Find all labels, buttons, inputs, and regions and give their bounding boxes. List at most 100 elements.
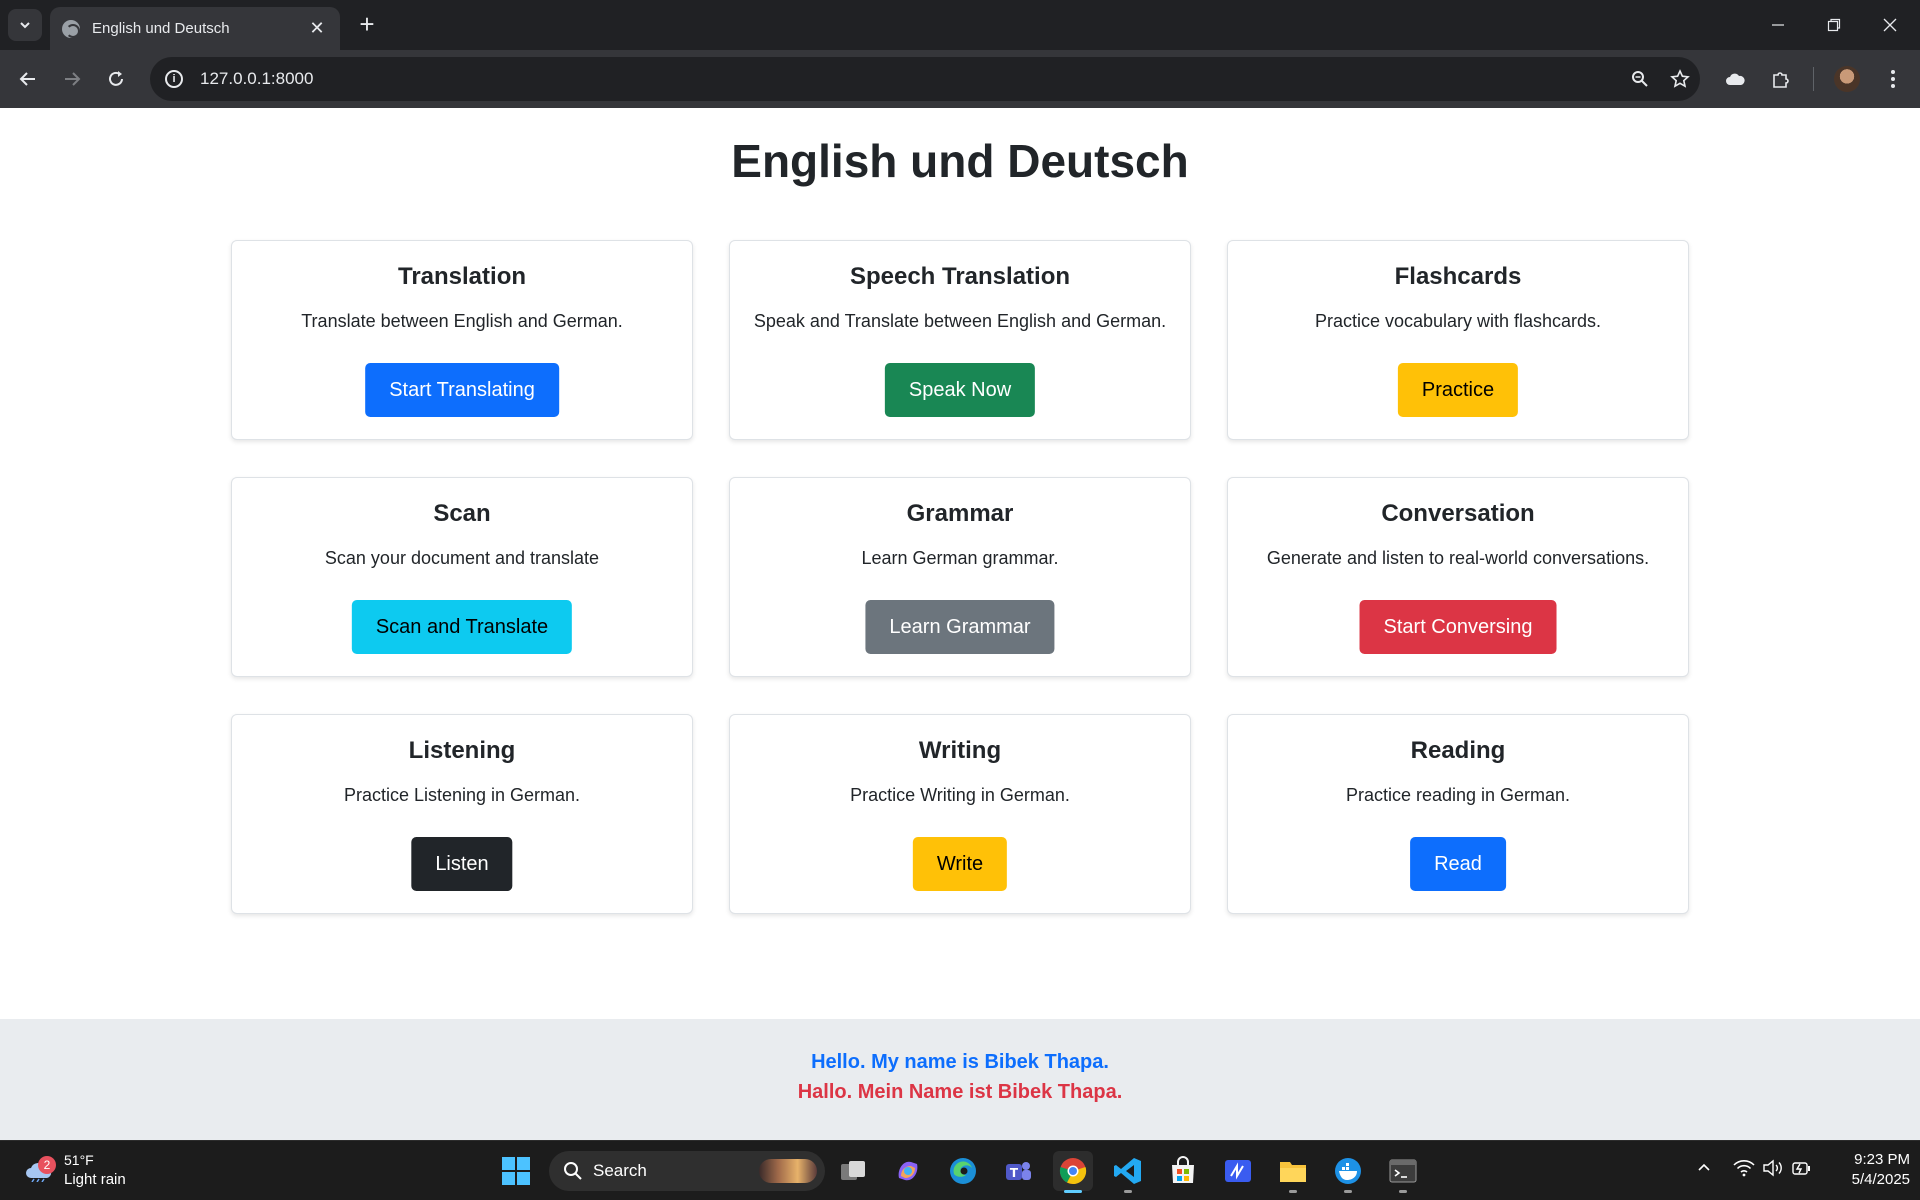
windows-start-icon[interactable] [496, 1151, 536, 1191]
browser-tab[interactable]: English und Deutsch ✕ [50, 7, 340, 50]
card-action-button[interactable]: Write [912, 837, 1008, 891]
extensions-puzzle-icon[interactable] [1764, 63, 1798, 95]
feature-card: Conversation Generate and listen to real-… [1227, 477, 1689, 677]
card-title: Writing [918, 737, 1002, 764]
globe-icon [62, 19, 80, 38]
card-action-button[interactable]: Listen [411, 837, 513, 891]
card-title: Speech Translation [849, 263, 1071, 290]
weather-widget[interactable]: 2 51°F Light rain [22, 1150, 142, 1192]
feature-card: Translation Translate between English and… [231, 240, 693, 440]
clock-time: 9:23 PM [1854, 1151, 1910, 1168]
copilot-icon[interactable] [888, 1151, 928, 1191]
feature-card: Grammar Learn German grammar. Learn Gramma… [729, 477, 1191, 677]
profile-avatar[interactable] [1834, 66, 1860, 92]
volume-icon[interactable] [1762, 1159, 1784, 1182]
footer: Hello. My name is Bibek Thapa. Hallo. Me… [0, 1019, 1920, 1140]
terminal-icon[interactable] [1383, 1151, 1423, 1193]
active-app-indicator [1064, 1190, 1082, 1193]
card-title: Reading [1410, 737, 1506, 764]
vscode-icon[interactable] [1108, 1151, 1148, 1193]
url-text[interactable]: 127.0.0.1:8000 [200, 69, 1620, 89]
page-title: English und Deutsch [731, 135, 1189, 187]
forward-arrow-icon[interactable] [56, 63, 88, 95]
bookmark-star-icon[interactable] [1660, 59, 1700, 99]
toolbar-divider [1813, 67, 1814, 91]
page-content: English und Deutsch Translation Translate… [0, 108, 1920, 1140]
card-description: Practice reading in German. [1345, 785, 1571, 805]
card-title: Flashcards [1394, 263, 1522, 290]
card-title: Conversation [1381, 500, 1535, 527]
card-title: Translation [397, 263, 527, 290]
edge-browser-icon[interactable] [943, 1151, 983, 1191]
reload-icon[interactable] [100, 63, 132, 95]
chrome-icon[interactable] [1053, 1151, 1093, 1193]
taskbar-search-box[interactable]: Search [549, 1151, 825, 1191]
weather-badge: 2 [38, 1156, 56, 1174]
running-app-indicator [1289, 1190, 1297, 1193]
footer-german-greeting: Hallo. Mein Name ist Bibek Thapa. [797, 1081, 1123, 1103]
card-description: Practice vocabulary with flashcards. [1314, 311, 1602, 331]
running-app-indicator [1344, 1190, 1352, 1193]
card-action-button[interactable]: Scan and Translate [351, 600, 573, 654]
whiteboard-icon[interactable] [1218, 1151, 1258, 1191]
tab-title: English und Deutsch [92, 20, 230, 37]
card-action-button[interactable]: Read [1410, 837, 1506, 891]
card-description: Speak and Translate between English and … [753, 311, 1167, 331]
feature-card: Speech Translation Speak and Translate be… [729, 240, 1191, 440]
card-action-button[interactable]: Start Translating [365, 363, 559, 417]
svg-text:T: T [1010, 1166, 1019, 1180]
new-tab-button[interactable]: + [352, 10, 382, 40]
minimize-icon[interactable] [1750, 0, 1806, 50]
card-title: Listening [408, 737, 516, 764]
card-description: Scan your document and translate [324, 548, 600, 568]
zoom-icon[interactable] [1620, 59, 1660, 99]
search-label: Search [593, 1161, 647, 1180]
search-icon [564, 1162, 582, 1180]
close-window-icon[interactable] [1862, 0, 1918, 50]
tab-search-button[interactable] [8, 9, 42, 41]
restore-icon[interactable] [1806, 0, 1862, 50]
feature-card: Reading Practice reading in German. Read [1227, 714, 1689, 914]
card-action-button[interactable]: Practice [1397, 363, 1519, 417]
feature-card: Scan Scan your document and translate Scan… [231, 477, 693, 677]
file-explorer-icon[interactable] [1273, 1151, 1313, 1193]
running-app-indicator [1399, 1190, 1407, 1193]
address-bar[interactable]: i 127.0.0.1:8000 [150, 57, 1700, 101]
show-hidden-icons-chevron-icon[interactable] [1696, 1159, 1712, 1180]
feature-card: Flashcards Practice vocabulary with flash… [1227, 240, 1689, 440]
browser-tab-strip: English und Deutsch ✕ + [0, 0, 1920, 50]
temperature: 51°F [64, 1152, 94, 1168]
card-action-button[interactable]: Start Conversing [1359, 600, 1557, 654]
card-action-button[interactable]: Learn Grammar [865, 600, 1055, 654]
microsoft-store-icon[interactable] [1163, 1151, 1203, 1191]
browser-toolbar: i 127.0.0.1:8000 [0, 50, 1920, 108]
card-title: Grammar [906, 500, 1014, 527]
card-description: Generate and listen to real-world conver… [1266, 548, 1650, 568]
footer-english-greeting: Hello. My name is Bibek Thapa. [811, 1051, 1109, 1073]
task-view-icon[interactable] [833, 1151, 873, 1191]
chevron-down-icon [20, 22, 30, 29]
card-description: Practice Listening in German. [343, 785, 581, 805]
clock[interactable]: 9:23 PM 5/4/2025 [1820, 1150, 1910, 1190]
close-tab-icon[interactable]: ✕ [306, 18, 328, 39]
feature-card: Writing Practice Writing in German. Write [729, 714, 1191, 914]
card-description: Practice Writing in German. [850, 785, 1070, 805]
site-info-icon[interactable]: i [160, 65, 188, 93]
docker-icon[interactable] [1328, 1151, 1368, 1193]
taskbar: 2 51°F Light rain Search T 9:23 PM 5/4/2… [0, 1140, 1920, 1200]
card-description: Learn German grammar. [861, 548, 1059, 568]
more-menu-icon[interactable] [1876, 63, 1910, 95]
clock-date: 5/4/2025 [1851, 1171, 1910, 1188]
weather-condition: Light rain [64, 1171, 126, 1188]
teams-icon[interactable]: T [998, 1151, 1038, 1191]
cloud-extension-icon[interactable] [1718, 63, 1752, 95]
battery-charging-icon[interactable] [1791, 1159, 1813, 1182]
card-description: Translate between English and German. [301, 311, 623, 331]
search-highlight-image [759, 1159, 817, 1183]
running-app-indicator [1124, 1190, 1132, 1193]
feature-card: Listening Practice Listening in German. Li… [231, 714, 693, 914]
wifi-icon[interactable] [1733, 1159, 1755, 1182]
card-action-button[interactable]: Speak Now [884, 363, 1036, 417]
back-arrow-icon[interactable] [12, 63, 44, 95]
card-title: Scan [433, 500, 491, 527]
